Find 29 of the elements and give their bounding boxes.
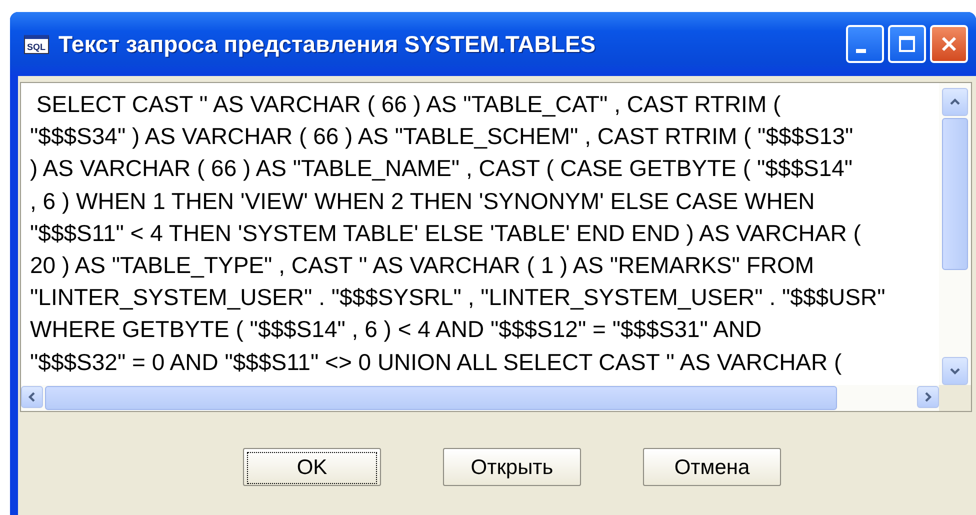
query-text-line: "$$$S11" < 4 THEN 'SYSTEM TABLE' ELSE 'TABLE' END END ) AS VARCHAR ( — [30, 218, 862, 248]
query-text-line: ) AS VARCHAR ( 66 ) AS "TABLE_NAME" , CAST ( CASE GETBYTE ( "$$$S14" — [30, 154, 854, 184]
scroll-thumb[interactable] — [942, 118, 968, 270]
scroll-thumb[interactable] — [45, 386, 837, 410]
scroll-up-icon[interactable] — [942, 88, 968, 116]
minimize-button[interactable] — [846, 25, 884, 63]
close-button[interactable] — [930, 25, 968, 63]
window-title: Текст запроса представления SYSTEM.TABLES — [58, 30, 597, 58]
query-text-area[interactable] — [20, 82, 972, 412]
scrollbar-corner — [939, 385, 971, 411]
query-text-line: , 6 ) WHEN 1 THEN 'VIEW' WHEN 2 THEN 'SYNONYM' ELSE CASE WHEN — [30, 186, 816, 216]
maximize-icon — [897, 34, 917, 54]
dialog-button[interactable]: Открыть — [443, 448, 581, 486]
query-text-line: "LINTER_SYSTEM_USER" . "$$$SYSRL" , "LINTER_SYSTEM_USER" . "$$$USR" — [30, 283, 886, 312]
scroll-left-icon[interactable] — [21, 386, 43, 408]
query-text-line: "$$$S34" ) AS VARCHAR ( 66 ) AS "TABLE_SCHEM" , CAST RTRIM ( "$$$S13" — [30, 122, 854, 152]
close-icon — [939, 34, 959, 54]
query-text-line: "$$$S32" = 0 AND "$$$S11" <> 0 UNION ALL SELECT CAST '' AS VARCHAR ( — [30, 348, 843, 377]
query-text-line: WHERE GETBYTE ( "$$$S14" , 6 ) < 4 AND "$$$S12" = "$$$S31" AND — [30, 315, 763, 344]
horizontal-scrollbar[interactable] — [21, 385, 939, 411]
query-text-line: 20 ) AS "TABLE_TYPE" , CAST '' AS VARCHAR ( 1 ) AS "REMARKS" FROM — [30, 251, 816, 280]
minimize-icon — [856, 49, 866, 53]
dialog-button[interactable]: OK — [243, 448, 381, 486]
scroll-right-icon[interactable] — [917, 386, 939, 408]
query-text-line: SELECT CAST '' AS VARCHAR ( 66 ) AS "TABLE_CAT" , CAST RTRIM ( — [35, 90, 782, 119]
sql-app-icon: SQL — [24, 34, 49, 54]
scroll-down-icon[interactable] — [942, 357, 968, 385]
maximize-button[interactable] — [888, 25, 926, 63]
dialog-button[interactable]: Отмена — [643, 448, 781, 486]
